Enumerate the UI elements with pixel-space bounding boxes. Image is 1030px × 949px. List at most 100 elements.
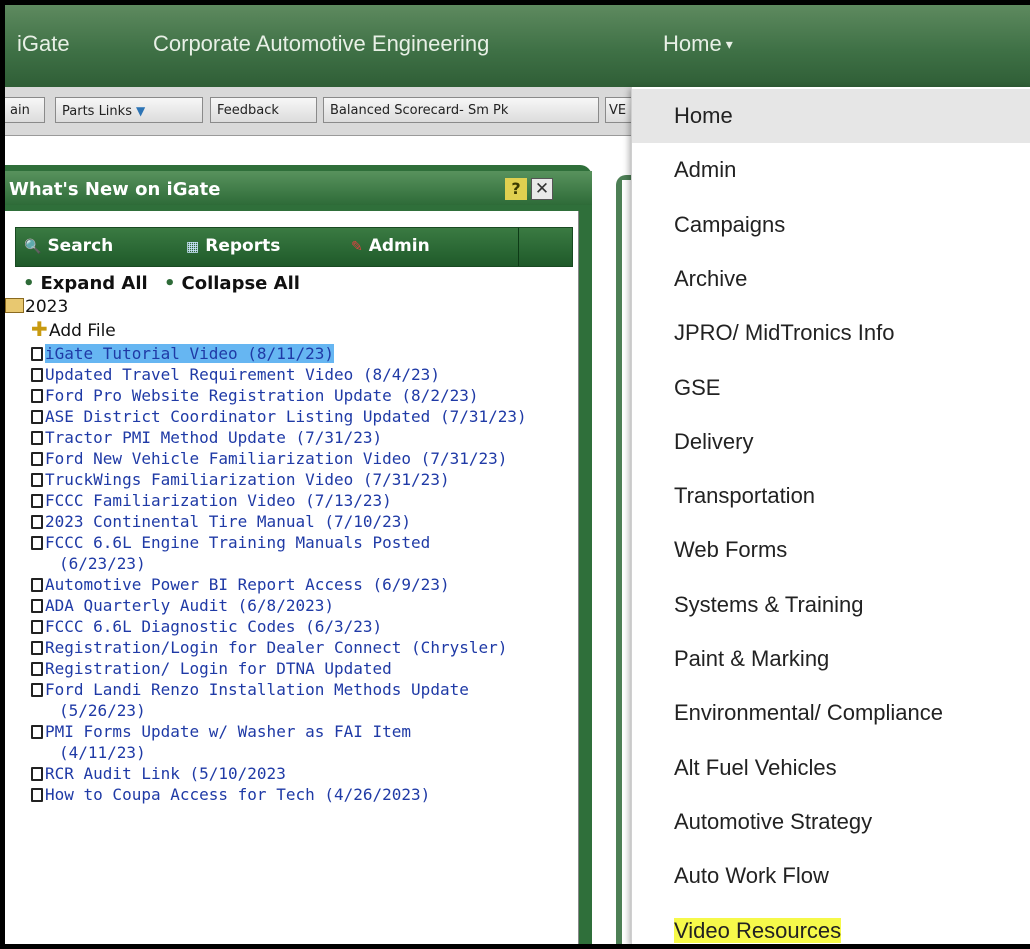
menu-item[interactable]: Automotive Strategy bbox=[632, 795, 1030, 849]
brand-link[interactable]: iGate bbox=[17, 31, 70, 57]
menu-item[interactable]: Auto Work Flow bbox=[632, 849, 1030, 903]
news-item[interactable]: FCCC Familiarization Video (7/13/23) bbox=[31, 490, 581, 511]
menu-item[interactable]: Admin bbox=[632, 143, 1030, 197]
news-item[interactable]: Registration/ Login for DTNA Updated bbox=[31, 658, 581, 679]
news-item[interactable]: Ford Pro Website Registration Update (8/… bbox=[31, 385, 581, 406]
news-item-title: FCCC 6.6L Diagnostic Codes (6/3/23) bbox=[45, 617, 383, 636]
news-item-title: FCCC 6.6L Engine Training Manuals Posted bbox=[45, 533, 431, 552]
quick-link-label: Balanced Scorecard- Sm Pk bbox=[330, 103, 509, 118]
news-item[interactable]: Tractor PMI Method Update (7/31/23) bbox=[31, 427, 581, 448]
menu-item-label: Environmental/ Compliance bbox=[674, 700, 944, 726]
document-icon bbox=[31, 683, 43, 697]
news-item-date[interactable]: (5/26/23) bbox=[31, 700, 581, 721]
news-item[interactable]: Ford New Vehicle Familiarization Video (… bbox=[31, 448, 581, 469]
news-item-date[interactable]: (6/23/23) bbox=[31, 553, 581, 574]
menu-item[interactable]: Alt Fuel Vehicles bbox=[632, 741, 1030, 795]
menu-item-label: Automotive Strategy bbox=[674, 808, 873, 834]
help-icon[interactable]: ? bbox=[505, 178, 527, 200]
news-item-title: Tractor PMI Method Update (7/31/23) bbox=[45, 428, 383, 447]
news-item[interactable]: Automotive Power BI Report Access (6/9/2… bbox=[31, 574, 581, 595]
menu-item-label: Systems & Training bbox=[674, 591, 864, 617]
pencil-icon: ✎ bbox=[351, 239, 363, 255]
quick-link-label: VE bbox=[609, 103, 627, 118]
quick-link-label: Feedback bbox=[217, 103, 279, 118]
menu-item[interactable]: Web Forms bbox=[632, 523, 1030, 577]
document-icon bbox=[31, 452, 43, 466]
news-item[interactable]: TruckWings Familiarization Video (7/31/2… bbox=[31, 469, 581, 490]
news-item[interactable]: RCR Audit Link (5/10/2023 bbox=[31, 763, 581, 784]
document-icon bbox=[31, 494, 43, 508]
reports-button[interactable]: ▦ Reports bbox=[186, 236, 280, 256]
news-item-title: Ford Landi Renzo Installation Methods Up… bbox=[45, 680, 469, 699]
menu-item[interactable]: JPRO/ MidTronics Info bbox=[632, 306, 1030, 360]
folder-label: 2023 bbox=[25, 297, 69, 317]
menu-item[interactable]: Archive bbox=[632, 252, 1030, 306]
menu-item[interactable]: Delivery bbox=[632, 415, 1030, 469]
news-list: iGate Tutorial Video (8/11/23) Updated Tr… bbox=[31, 343, 581, 805]
org-link[interactable]: Corporate Automotive Engineering bbox=[153, 31, 489, 57]
news-item[interactable]: Updated Travel Requirement Video (8/4/23… bbox=[31, 364, 581, 385]
document-icon bbox=[31, 389, 43, 403]
document-icon bbox=[31, 347, 43, 361]
news-item[interactable]: ASE District Coordinator Listing Updated… bbox=[31, 406, 581, 427]
news-item[interactable]: iGate Tutorial Video (8/11/23) bbox=[31, 343, 581, 364]
add-file-link[interactable]: ✚Add File bbox=[31, 319, 116, 341]
panel-title-bar: What's New on iGate ? ✕ bbox=[5, 171, 592, 205]
panel-toolbar: 🔍 Search ▦ Reports ✎ Admin bbox=[15, 227, 573, 267]
news-item-date[interactable]: (4/11/23) bbox=[31, 742, 581, 763]
panel-body: 🔍 Search ▦ Reports ✎ Admin • Expand All • Col… bbox=[5, 211, 579, 944]
menu-item-label: Paint & Marking bbox=[674, 646, 830, 671]
news-item-title: Registration/ Login for DTNA Updated bbox=[45, 659, 392, 678]
menu-item[interactable]: Paint & Marking bbox=[632, 632, 1030, 686]
home-menu-toggle[interactable]: Home ▾ bbox=[663, 31, 733, 57]
news-item[interactable]: Ford Landi Renzo Installation Methods Up… bbox=[31, 679, 581, 700]
menu-item-label: Home bbox=[674, 103, 733, 128]
quick-link-parts[interactable]: Parts Links ▼ bbox=[55, 97, 203, 123]
news-item[interactable]: ADA Quarterly Audit (6/8/2023) bbox=[31, 595, 581, 616]
menu-item-label: Campaigns bbox=[674, 211, 786, 237]
menu-item[interactable]: GSE bbox=[632, 361, 1030, 415]
news-item[interactable]: FCCC 6.6L Engine Training Manuals Posted bbox=[31, 532, 581, 553]
menu-item-label: Alt Fuel Vehicles bbox=[674, 754, 837, 780]
bullet-icon: • bbox=[23, 273, 35, 294]
folder-2023[interactable]: 2023 bbox=[5, 297, 68, 317]
quick-link-label: ain bbox=[10, 103, 30, 118]
search-icon: 🔍 bbox=[24, 239, 42, 255]
expand-all-link[interactable]: Expand All bbox=[41, 273, 148, 294]
menu-item-label: Auto Work Flow bbox=[674, 863, 829, 889]
add-file-label: Add File bbox=[49, 321, 116, 341]
document-icon bbox=[31, 431, 43, 445]
close-icon[interactable]: ✕ bbox=[531, 178, 553, 200]
quick-link-label: Parts Links bbox=[62, 104, 132, 119]
menu-item[interactable]: Systems & Training bbox=[632, 578, 1030, 632]
menu-item[interactable]: Home bbox=[632, 89, 1030, 143]
news-item[interactable]: Registration/Login for Dealer Connect (C… bbox=[31, 637, 581, 658]
news-item-date-text: (5/26/23) bbox=[59, 701, 146, 720]
menu-item[interactable]: Transportation bbox=[632, 469, 1030, 523]
menu-item[interactable]: Video Resources bbox=[632, 904, 1030, 945]
news-item-title: iGate Tutorial Video (8/11/23) bbox=[45, 344, 334, 363]
reports-icon: ▦ bbox=[186, 239, 200, 255]
document-icon bbox=[31, 725, 43, 739]
panel-title: What's New on iGate bbox=[9, 179, 221, 200]
news-item[interactable]: FCCC 6.6L Diagnostic Codes (6/3/23) bbox=[31, 616, 581, 637]
news-item[interactable]: How to Coupa Access for Tech (4/26/2023) bbox=[31, 784, 581, 805]
news-item-title: ADA Quarterly Audit (6/8/2023) bbox=[45, 596, 334, 615]
quick-link-scorecard[interactable]: Balanced Scorecard- Sm Pk bbox=[323, 97, 599, 123]
news-item-title: Ford New Vehicle Familiarization Video (… bbox=[45, 449, 508, 468]
admin-button[interactable]: ✎ Admin bbox=[351, 236, 430, 256]
collapse-all-link[interactable]: Collapse All bbox=[182, 273, 300, 294]
menu-item[interactable]: Environmental/ Compliance bbox=[632, 686, 1030, 740]
content-panel-inner bbox=[622, 180, 631, 944]
news-item[interactable]: 2023 Continental Tire Manual (7/10/23) bbox=[31, 511, 581, 532]
news-item-title: Registration/Login for Dealer Connect (C… bbox=[45, 638, 508, 657]
document-icon bbox=[31, 515, 43, 529]
news-item[interactable]: PMI Forms Update w/ Washer as FAI Item bbox=[31, 721, 581, 742]
news-item-title: FCCC Familiarization Video (7/13/23) bbox=[45, 491, 392, 510]
menu-item-label: Video Resources bbox=[674, 917, 842, 943]
quick-link-main[interactable]: ain bbox=[5, 97, 45, 123]
admin-label: Admin bbox=[368, 236, 430, 256]
menu-item[interactable]: Campaigns bbox=[632, 198, 1030, 252]
search-button[interactable]: 🔍 Search bbox=[24, 236, 113, 256]
quick-link-feedback[interactable]: Feedback bbox=[210, 97, 317, 123]
